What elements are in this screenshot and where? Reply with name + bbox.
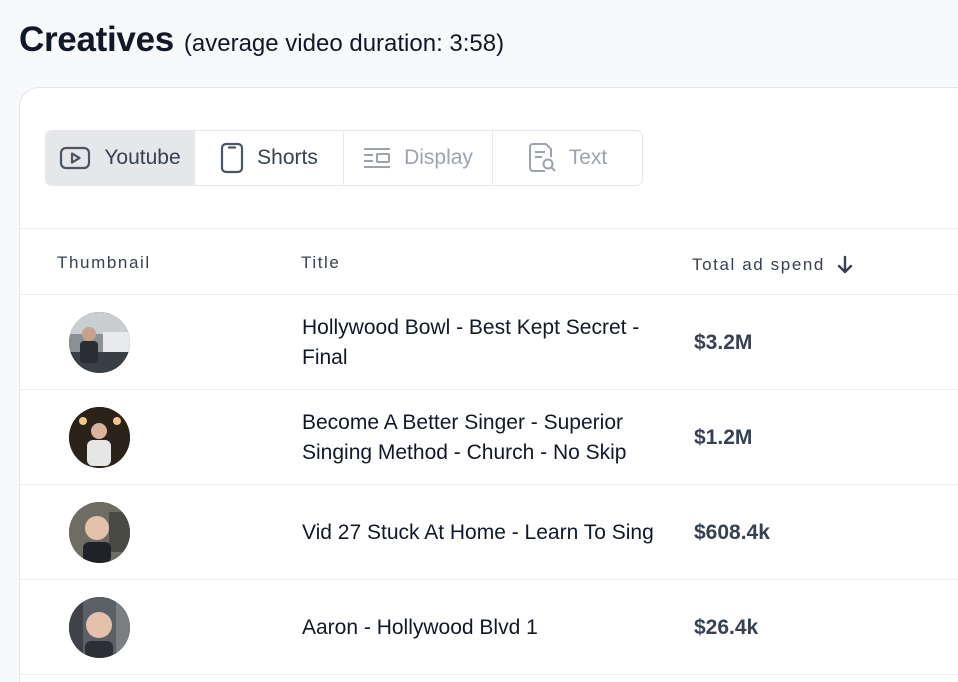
creatives-page: Creatives (average video duration: 3:58)… [0, 0, 958, 682]
row-title[interactable]: Hollywood Bowl - Best Kept Secret - Fina… [302, 295, 682, 390]
creative-type-tabs: Youtube Shorts Display Text [45, 130, 643, 186]
table-header: Thumbnail Title Total ad spend [20, 228, 958, 295]
column-total-ad-spend[interactable]: Total ad spend [692, 231, 853, 298]
column-total-ad-spend-label: Total ad spend [692, 254, 825, 274]
tab-display-label: Display [404, 146, 473, 169]
arrow-down-icon[interactable] [837, 255, 853, 275]
creatives-card: Youtube Shorts Display Text Thumbnail Ti… [19, 87, 958, 682]
video-thumbnail[interactable] [69, 407, 130, 468]
tab-shorts[interactable]: Shorts [195, 131, 344, 185]
column-thumbnail: Thumbnail [57, 252, 151, 272]
tab-youtube-label: Youtube [104, 146, 181, 169]
video-thumbnail[interactable] [69, 597, 130, 658]
row-spend: $3.2M [694, 330, 753, 354]
row-spend: $608.4k [694, 520, 770, 544]
tab-text-label: Text [568, 146, 608, 169]
tab-text[interactable]: Text [493, 131, 642, 185]
table-row[interactable]: Hollywood Bowl - Best Kept Secret - Fina… [20, 295, 958, 390]
row-title[interactable]: Aaron - Hollywood Blvd 1 [302, 580, 682, 675]
column-title: Title [301, 252, 341, 272]
page-subtitle: (average video duration: 3:58) [183, 30, 505, 57]
tab-shorts-label: Shorts [257, 146, 318, 169]
table-row[interactable]: Become A Better Singer - Superior Singin… [20, 390, 958, 485]
row-title[interactable]: Vid 27 Stuck At Home - Learn To Sing [302, 485, 682, 580]
table-row[interactable]: Aaron - Hollywood Blvd 1 $26.4k [20, 580, 958, 675]
creatives-table-body: Hollywood Bowl - Best Kept Secret - Fina… [20, 295, 958, 675]
text-search-icon [528, 142, 556, 174]
page-title: Creatives [19, 20, 174, 59]
video-thumbnail[interactable] [69, 502, 130, 563]
page-heading: Creatives (average video duration: 3:58) [19, 20, 504, 60]
video-thumbnail[interactable] [69, 312, 130, 373]
phone-icon [220, 142, 244, 174]
row-spend: $1.2M [694, 425, 753, 449]
display-icon [363, 146, 391, 170]
tab-youtube[interactable]: Youtube [46, 131, 195, 185]
table-row[interactable]: Vid 27 Stuck At Home - Learn To Sing $60… [20, 485, 958, 580]
row-title[interactable]: Become A Better Singer - Superior Singin… [302, 390, 682, 485]
row-spend: $26.4k [694, 615, 759, 639]
youtube-icon [59, 145, 91, 171]
tab-display[interactable]: Display [344, 131, 493, 185]
